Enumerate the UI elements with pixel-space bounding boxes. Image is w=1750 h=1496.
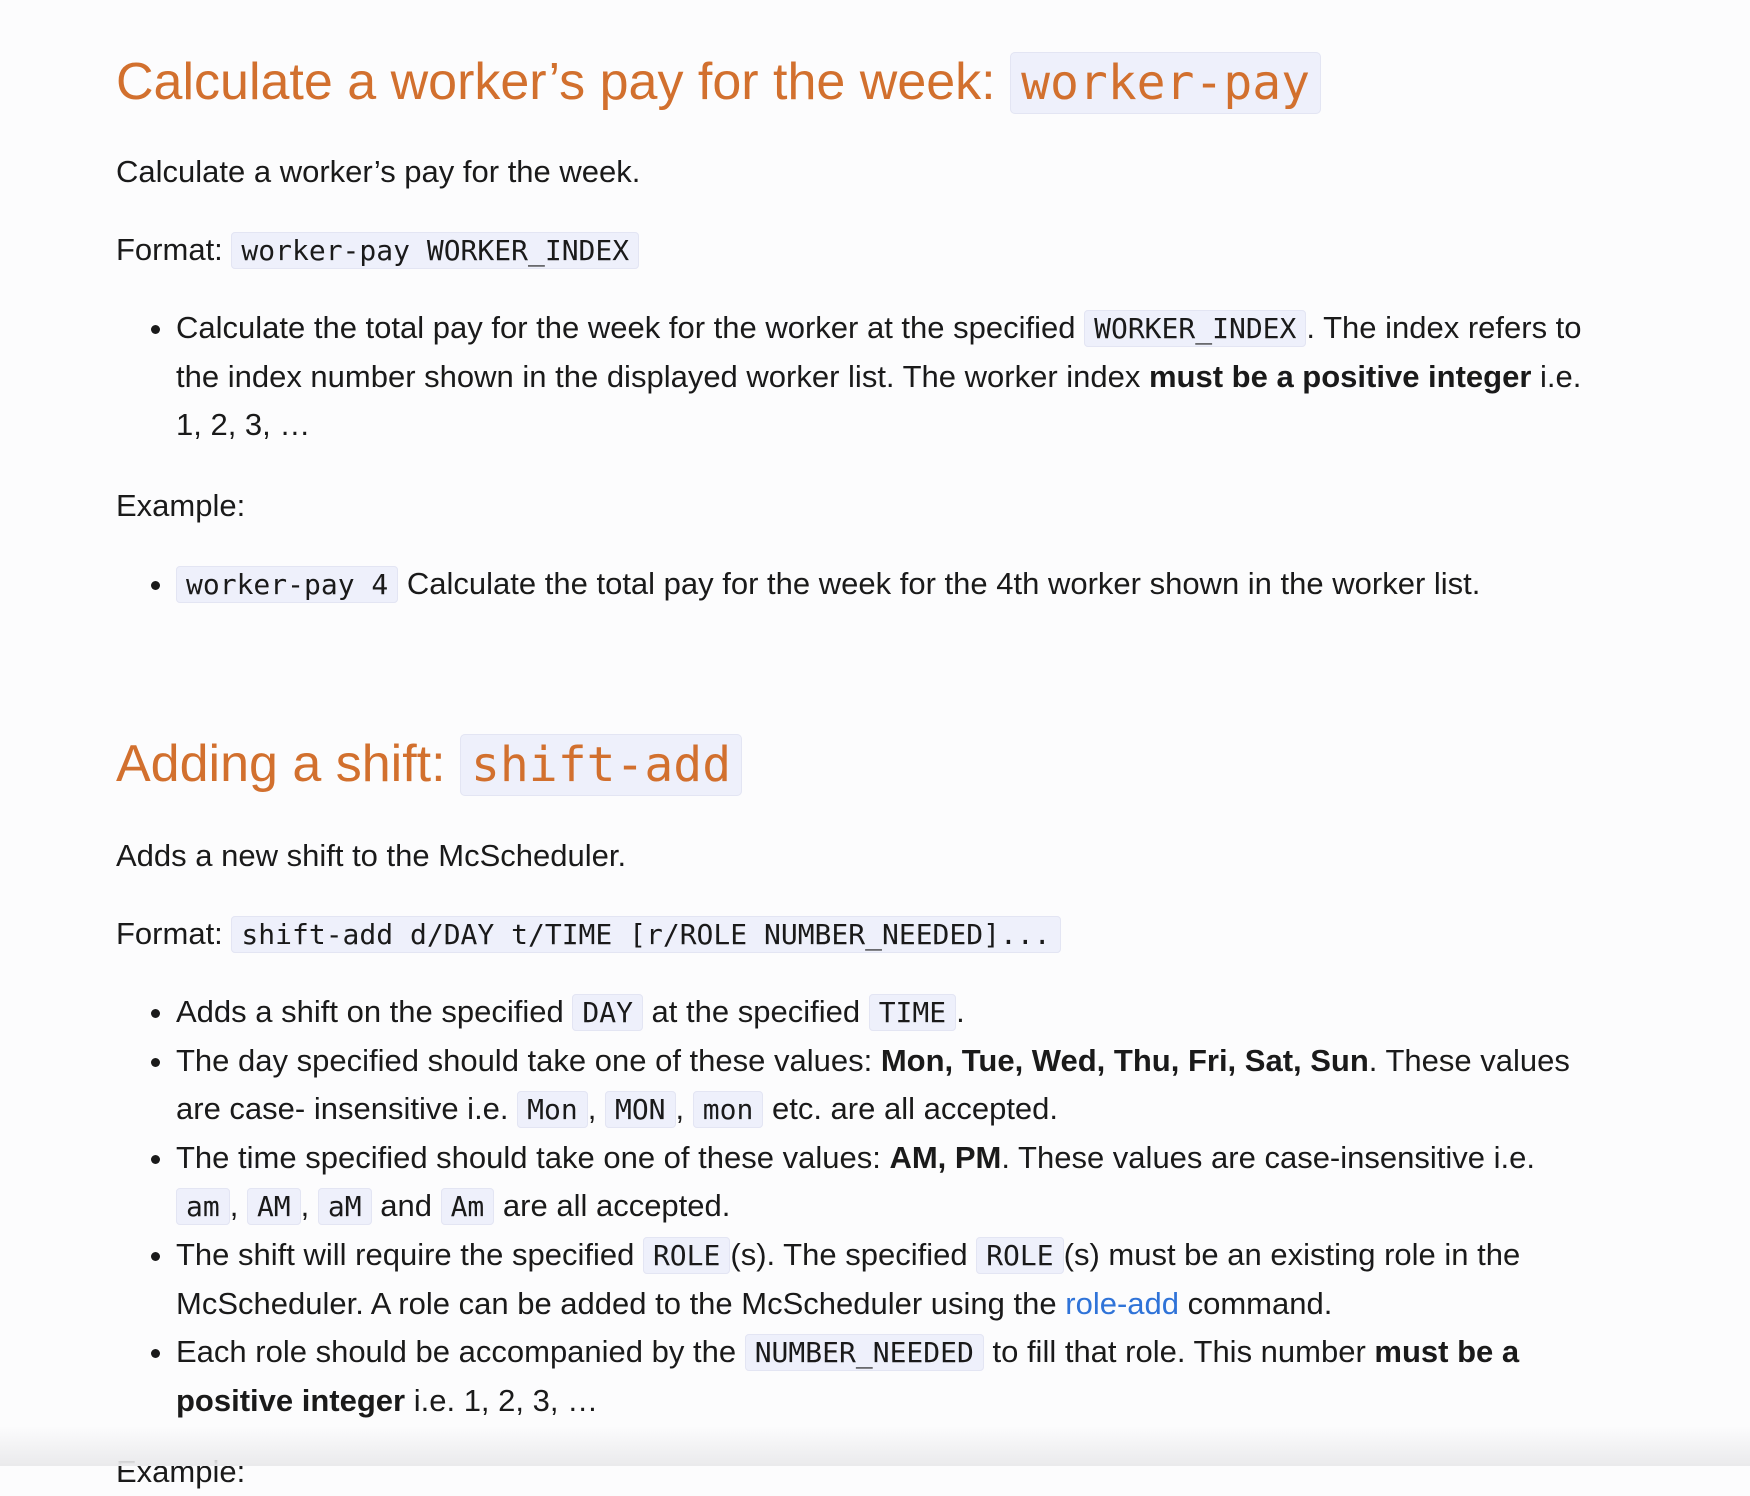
section-title-worker-pay: Calculate a worker’s pay for the week: w… [116,50,1322,115]
inline-code: AM [246,1188,301,1225]
details-list: Calculate the total pay for the week for… [116,304,1596,449]
format-line: Format: worker-pay WORKER_INDEX [116,226,640,275]
section-title-text: Calculate a worker’s pay for the week: [116,53,1011,111]
list-item: worker-pay 4 Calculate the total pay for… [176,560,1636,609]
example-list: worker-pay 4 Calculate the total pay for… [116,560,1636,609]
inline-code: DAY [572,994,643,1031]
list-item: Each role should be accompanied by the N… [176,1328,1596,1425]
bottom-shadow [0,1426,1750,1466]
description-text: Calculate a worker’s pay for the week. [116,154,641,189]
section-title-shift-add: Adding a shift: shift-add [116,732,743,797]
section-title-text: Adding a shift: [116,735,460,793]
format-code: shift-add d/DAY t/TIME [r/ROLE NUMBER_NE… [231,916,1061,953]
section-title-command: worker-pay [1010,52,1322,114]
inline-code: ROLE [976,1237,1064,1274]
inline-code: TIME [868,994,957,1031]
format-line: Format: shift-add d/DAY t/TIME [r/ROLE N… [116,910,1061,959]
inline-code: WORKER_INDEX [1084,310,1307,347]
bold-text: must be a positive integer [1148,359,1532,394]
inline-code: ROLE [642,1237,731,1274]
inline-code: worker-pay 4 [176,566,399,603]
role-add-link[interactable]: role-add [1065,1286,1179,1321]
description-text: Adds a new shift to the McScheduler. [116,838,627,873]
list-item: Calculate the total pay for the week for… [176,304,1596,449]
format-label: Format: [116,916,232,951]
details-list: Adds a shift on the specified DAY at the… [116,988,1596,1425]
inline-code: aM [317,1188,372,1225]
example-label: Example: [116,488,246,523]
inline-code: am [176,1188,230,1225]
section-description: Calculate a worker’s pay for the week. [116,148,640,196]
inline-code: mon [692,1091,764,1128]
bold-text: Mon, Tue, Wed, Thu, Fri, Sat, Sun [880,1043,1369,1078]
inline-code: Mon [517,1091,588,1128]
list-item: The time specified should take one of th… [176,1134,1596,1231]
format-code: worker-pay WORKER_INDEX [231,232,640,269]
inline-code: Am [440,1188,495,1225]
section-description: Adds a new shift to the McScheduler. [116,832,626,880]
inline-code: NUMBER_NEEDED [744,1334,984,1371]
list-item: The shift will require the specified ROL… [176,1231,1596,1328]
bold-text: AM, PM [889,1140,1002,1175]
section-title-command: shift-add [460,734,743,796]
list-item: Adds a shift on the specified DAY at the… [176,988,1596,1037]
inline-code: MON [604,1091,676,1128]
format-label: Format: [116,232,232,267]
list-item: The day specified should take one of the… [176,1037,1596,1134]
